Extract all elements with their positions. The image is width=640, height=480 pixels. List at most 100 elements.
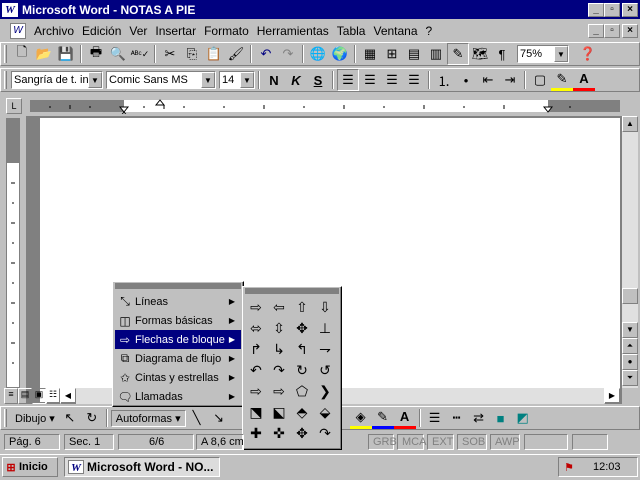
arrow-icon[interactable]: ↘ <box>208 407 230 429</box>
block-arrow-shape-2[interactable]: ⇦ <box>269 297 289 317</box>
open-icon[interactable]: 📂 <box>33 43 55 65</box>
next-page-icon[interactable]: ⏷ <box>622 370 638 386</box>
status-sob[interactable]: SOB <box>457 434 487 450</box>
font-color-icon[interactable]: A <box>573 69 595 91</box>
new-icon[interactable]: 🗋 <box>11 43 33 65</box>
block-arrow-shape-7[interactable]: ✥ <box>292 318 312 338</box>
align-left-icon[interactable]: ☰ <box>337 69 359 91</box>
border-icon[interactable]: ▢ <box>529 69 551 91</box>
block-arrow-shape-1[interactable]: ⇨ <box>246 297 266 317</box>
block-arrow-shape-3[interactable]: ⇧ <box>292 297 312 317</box>
status-mca[interactable]: MCA <box>397 434 426 450</box>
zoom-select[interactable]: 75% ▼ <box>517 45 569 63</box>
block-arrow-shape-12[interactable]: ⇁ <box>315 339 335 359</box>
block-arrow-shape-11[interactable]: ↰ <box>292 339 312 359</box>
web-view-icon[interactable]: ▤ <box>18 388 32 404</box>
free-rotate-icon[interactable]: ↻ <box>81 407 103 429</box>
block-arrow-shape-23[interactable]: ⬘ <box>292 402 312 422</box>
increase-indent-icon[interactable]: ⇥ <box>499 69 521 91</box>
decrease-indent-icon[interactable]: ⇤ <box>477 69 499 91</box>
bullets-icon[interactable]: • <box>455 69 477 91</box>
select-objects-icon[interactable]: ↖ <box>59 407 81 429</box>
chevron-down-icon[interactable]: ▼ <box>554 46 568 62</box>
print-icon[interactable]: 🖶 <box>85 43 107 65</box>
insert-table-icon[interactable]: ⊞ <box>381 43 403 65</box>
tables-borders-icon[interactable]: ▦ <box>359 43 381 65</box>
menu-edicion[interactable]: Edición <box>78 24 125 38</box>
menu-herramientas[interactable]: Herramientas <box>253 24 333 38</box>
justify-icon[interactable]: ☰ <box>403 69 425 91</box>
chevron-down-icon[interactable]: ▼ <box>201 72 215 88</box>
scroll-up-icon[interactable]: ▲ <box>622 116 638 132</box>
block-arrow-shape-6[interactable]: ⇳ <box>269 318 289 338</box>
block-arrow-shape-19[interactable]: ⬠ <box>292 381 312 401</box>
block-arrow-shape-10[interactable]: ↳ <box>269 339 289 359</box>
scroll-left-icon[interactable]: ◀ <box>60 388 76 404</box>
document-icon[interactable]: W <box>10 22 26 39</box>
browse-object-icon[interactable]: ● <box>622 354 638 370</box>
autoshapes-menu-button[interactable]: Autoformas ▾ <box>110 409 186 427</box>
menu-item-diagrama-de-flujo[interactable]: ⧉ Diagrama de flujo ▶ <box>115 349 241 368</box>
chevron-down-icon[interactable]: ▼ <box>88 72 102 88</box>
outline-view-icon[interactable]: ☷ <box>46 388 60 404</box>
start-button[interactable]: ⊞ Inicio <box>2 457 58 477</box>
tray-network-icon[interactable]: ⚑ <box>559 461 579 474</box>
style-select[interactable]: Sangría de t. inde ▼ <box>11 71 103 89</box>
save-icon[interactable]: 💾 <box>55 43 77 65</box>
hyperlink-icon[interactable]: 🌐 <box>307 43 329 65</box>
block-arrow-shape-8[interactable]: ⊥ <box>315 318 335 338</box>
status-awp[interactable]: AWP <box>490 434 520 450</box>
status-grb[interactable]: GRB <box>368 434 397 450</box>
minimize-button[interactable]: _ <box>588 2 604 17</box>
scroll-right-icon[interactable]: ▶ <box>604 388 620 404</box>
menu-help[interactable]: ? <box>422 24 437 38</box>
block-arrow-shape-16[interactable]: ↺ <box>315 360 335 380</box>
page-layout-view-icon[interactable]: ▣ <box>32 388 46 404</box>
doc-close-button[interactable]: × <box>622 23 638 38</box>
previous-page-icon[interactable]: ⏶ <box>622 338 638 354</box>
document-map-icon[interactable]: 🗺 <box>469 43 491 65</box>
office-assistant-icon[interactable]: ❓ <box>577 43 599 65</box>
spelling-icon[interactable]: ᴬᴮᶜ✓ <box>129 43 151 65</box>
block-arrow-shape-13[interactable]: ↶ <box>246 360 266 380</box>
arrow-style-icon[interactable]: ⇄ <box>468 407 490 429</box>
cut-icon[interactable]: ✂ <box>159 43 181 65</box>
undo-icon[interactable]: ↶ <box>255 43 277 65</box>
scroll-thumb[interactable] <box>622 288 638 304</box>
redo-icon[interactable]: ↷ <box>277 43 299 65</box>
menu-formato[interactable]: Formato <box>200 24 253 38</box>
block-arrow-shape-5[interactable]: ⬄ <box>246 318 266 338</box>
menu-insertar[interactable]: Insertar <box>151 24 200 38</box>
menu-ver[interactable]: Ver <box>125 24 151 38</box>
block-arrow-shape-14[interactable]: ↷ <box>269 360 289 380</box>
status-ext[interactable]: EXT <box>427 434 454 450</box>
block-arrow-shape-17[interactable]: ⇨ <box>246 381 266 401</box>
web-toolbar-icon[interactable]: 🌍 <box>329 43 351 65</box>
underline-button[interactable]: S <box>307 69 329 91</box>
doc-maximize-button[interactable]: ▫ <box>604 23 620 38</box>
block-arrow-shape-18[interactable]: ⇨ <box>269 381 289 401</box>
columns-icon[interactable]: ▥ <box>425 43 447 65</box>
insert-excel-icon[interactable]: ▤ <box>403 43 425 65</box>
font-color-draw-icon[interactable]: A <box>393 407 416 429</box>
menu-item-flechas-de-bloque[interactable]: ⇨ Flechas de bloque ▶ <box>115 330 241 349</box>
menu-archivo[interactable]: Archivo <box>30 24 78 38</box>
horizontal-ruler[interactable] <box>30 98 620 114</box>
task-word-button[interactable]: W Microsoft Word - NO... <box>64 457 220 477</box>
paste-icon[interactable]: 📋 <box>203 43 225 65</box>
block-arrow-shape-4[interactable]: ⇩ <box>315 297 335 317</box>
chevron-down-icon[interactable]: ▼ <box>240 72 254 88</box>
menu-item-lineas[interactable]: ⤡ Líneas ▶ <box>115 292 241 311</box>
menu-item-llamadas[interactable]: 🗨 Llamadas ▶ <box>115 387 241 406</box>
menu-ventana[interactable]: Ventana <box>369 24 421 38</box>
shadow-icon[interactable]: ■ <box>490 407 512 429</box>
close-button[interactable]: × <box>622 2 638 17</box>
align-center-icon[interactable]: ☰ <box>359 69 381 91</box>
maximize-button[interactable]: ▫ <box>604 2 620 17</box>
block-arrow-shape-22[interactable]: ⬕ <box>269 402 289 422</box>
block-arrow-shape-24[interactable]: ⬙ <box>315 402 335 422</box>
menu-item-formas-basicas[interactable]: ◫ Formas básicas ▶ <box>115 311 241 330</box>
fill-color-icon[interactable]: ◈ <box>349 407 372 429</box>
normal-view-icon[interactable]: ≡ <box>4 388 18 404</box>
vertical-ruler[interactable] <box>6 118 20 388</box>
